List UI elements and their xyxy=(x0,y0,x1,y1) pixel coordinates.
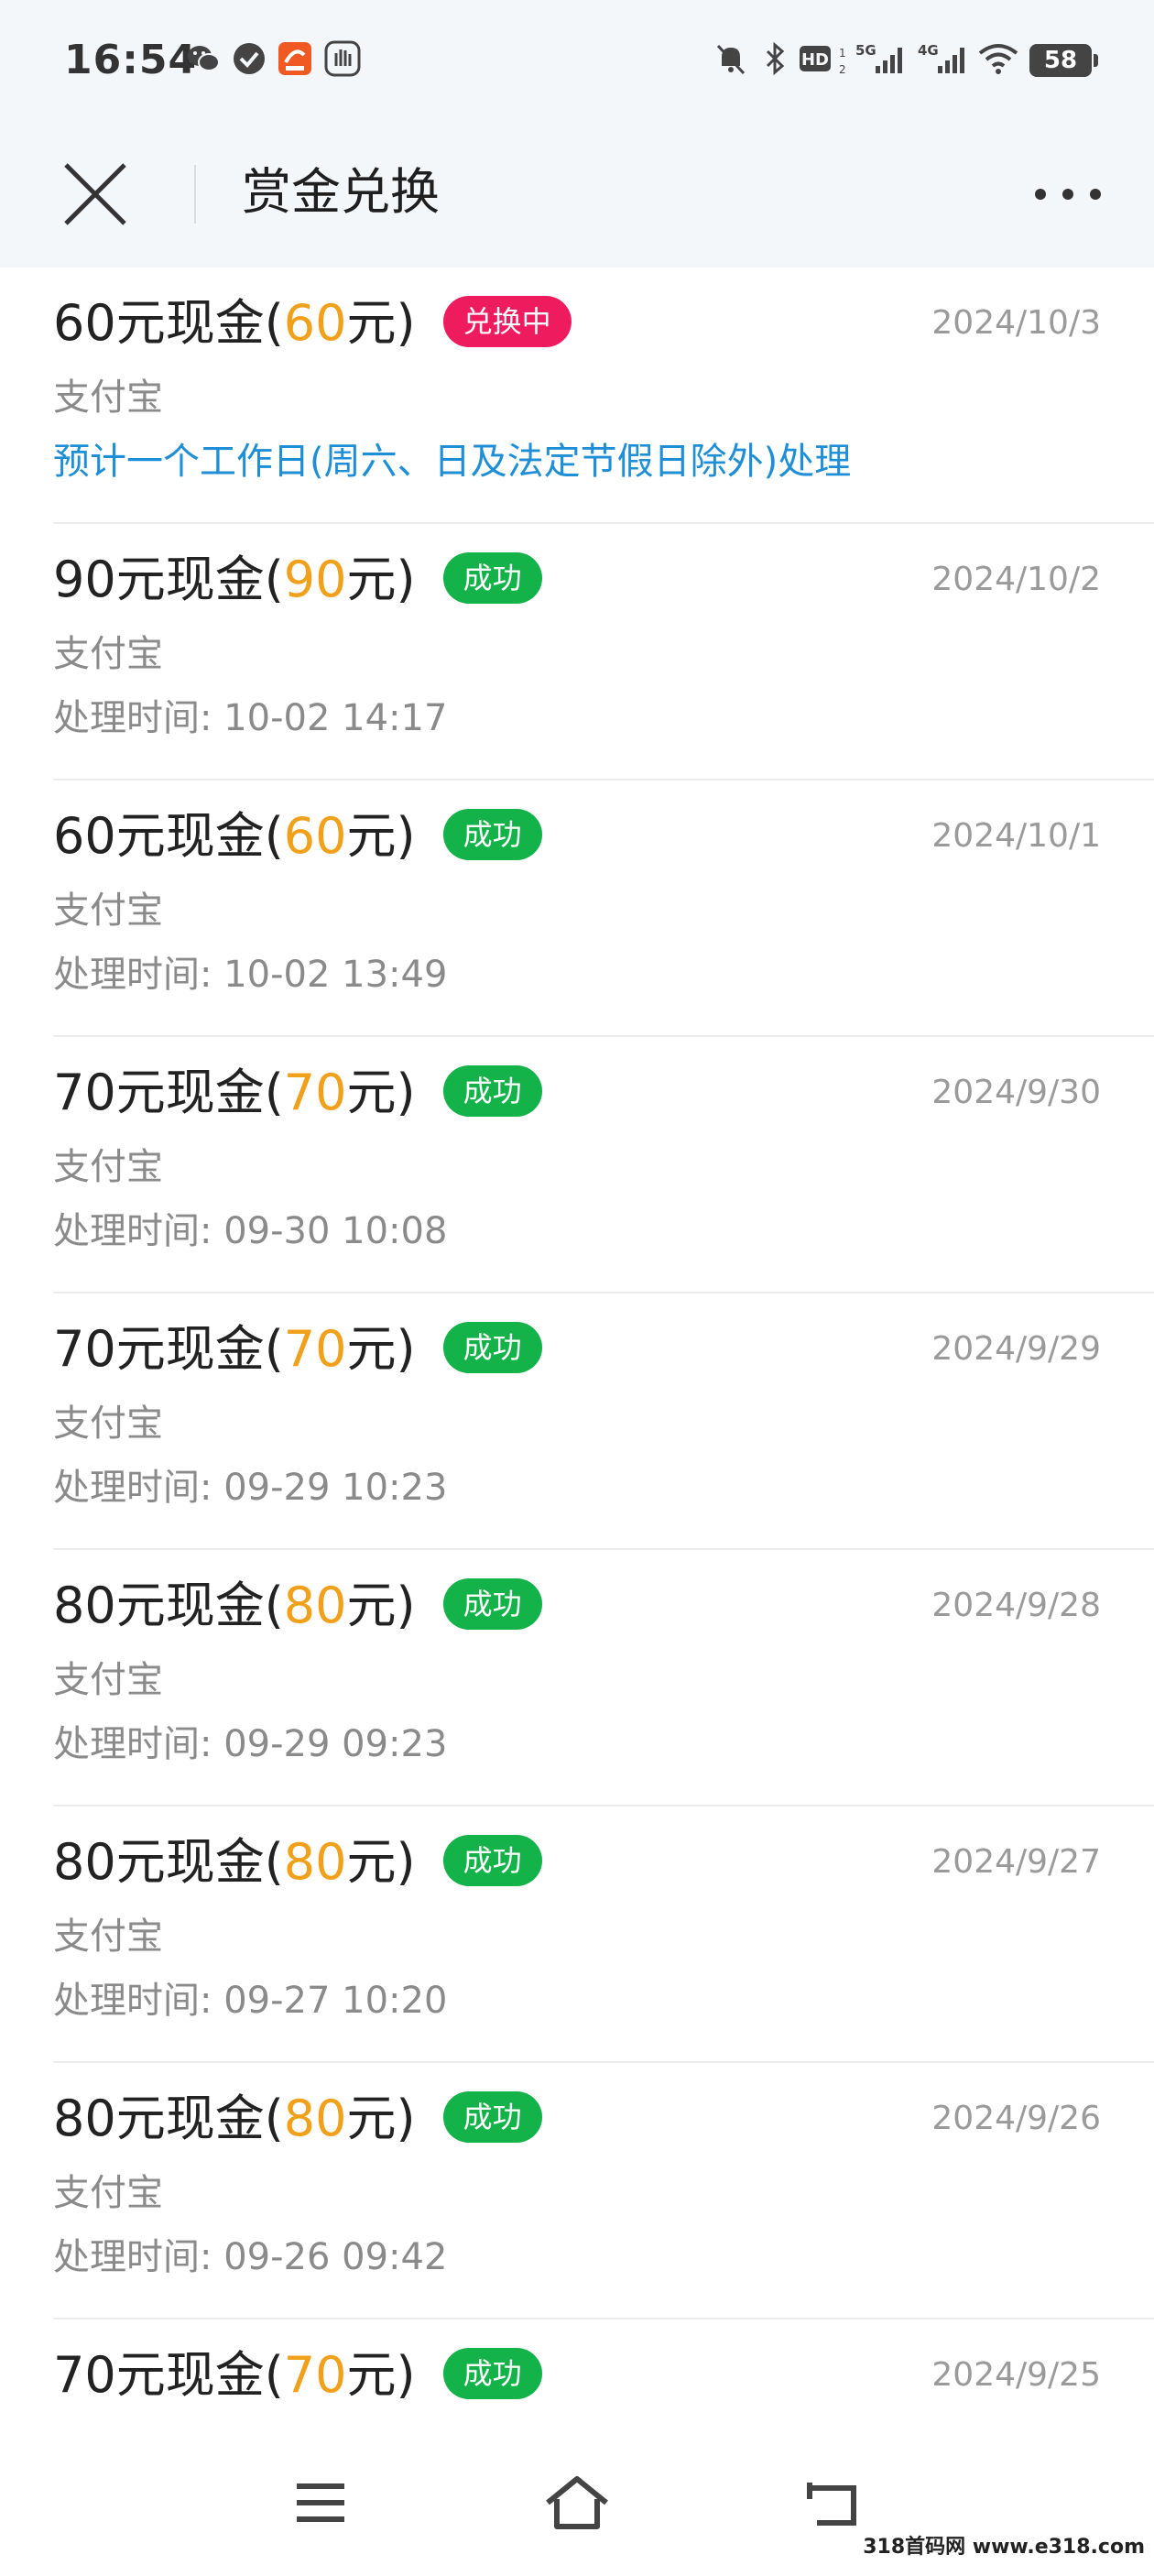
item-method: 支付宝 xyxy=(53,890,163,932)
system-nav-bar: 318首码网 www.e318.com xyxy=(0,2437,1154,2565)
item-date: 2024/10/3 xyxy=(931,304,1101,342)
item-method: 支付宝 xyxy=(53,1146,163,1188)
svg-text:HD: HD xyxy=(801,50,829,70)
signal-5g-icon: 5G xyxy=(855,42,902,73)
app-notification-icon xyxy=(278,42,311,75)
nav-bar: 赏金兑换 xyxy=(0,137,1154,247)
item-date: 2024/9/25 xyxy=(931,2356,1101,2394)
item-amount: 80 xyxy=(283,2090,347,2147)
item-title: 80元现金(80元) 成功 xyxy=(53,1574,542,1638)
watermark: 318首码网 www.e318.com xyxy=(863,2536,1145,2559)
status-badge: 兑换中 xyxy=(442,296,572,348)
hand-icon xyxy=(324,40,361,77)
exchange-item[interactable]: 80元现金(80元) 成功 2024/9/28 支付宝 处理时间: 09-29 0… xyxy=(53,1550,1154,1806)
svg-text:1: 1 xyxy=(839,47,846,60)
exchange-item[interactable]: 90元现金(90元) 成功 2024/10/2 支付宝 处理时间: 10-02 1… xyxy=(53,524,1154,780)
item-title: 70元现金(70元) 成功 xyxy=(53,2343,542,2407)
top-bar: 16:54 HD 1 2 5G 4G 58 赏金兑换 xyxy=(0,0,1154,267)
home-icon[interactable] xyxy=(540,2470,614,2536)
item-method: 支付宝 xyxy=(53,633,163,675)
item-title: 70元现金(70元) 成功 xyxy=(53,1061,542,1125)
status-badge: 成功 xyxy=(442,552,542,605)
item-title: 60元现金(60元) 兑换中 xyxy=(53,291,572,355)
status-badge: 成功 xyxy=(442,809,542,861)
exchange-item[interactable]: 60元现金(60元) 兑换中 2024/10/3 支付宝 预计一个工作日(周六、日… xyxy=(53,267,1154,524)
exchange-list: 60元现金(60元) 兑换中 2024/10/3 支付宝 预计一个工作日(周六、日… xyxy=(0,267,1154,2576)
svg-text:5G: 5G xyxy=(855,42,876,59)
item-process-time: 处理时间: 09-29 10:23 xyxy=(53,1467,448,1509)
item-note: 预计一个工作日(周六、日及法定节假日除外)处理 xyxy=(53,441,852,483)
check-circle-icon xyxy=(234,43,265,74)
exchange-item[interactable]: 80元现金(80元) 成功 2024/9/26 支付宝 处理时间: 09-26 0… xyxy=(53,2063,1154,2319)
item-date: 2024/9/28 xyxy=(931,1587,1101,1624)
status-badge: 成功 xyxy=(442,2348,542,2400)
item-method: 支付宝 xyxy=(53,377,163,419)
battery-icon: 58 xyxy=(1029,44,1098,77)
item-title: 60元现金(60元) 成功 xyxy=(53,804,542,868)
item-title: 70元现金(70元) 成功 xyxy=(53,1317,542,1381)
more-icon[interactable] xyxy=(1024,165,1112,224)
item-title: 80元现金(80元) 成功 xyxy=(53,2087,542,2151)
item-amount: 60 xyxy=(283,807,347,865)
status-badge: 成功 xyxy=(442,1322,542,1374)
wifi-icon xyxy=(978,44,1018,74)
nav-divider xyxy=(194,165,196,224)
signal-4g-icon: 4G xyxy=(918,42,964,73)
status-time: 16:54 xyxy=(64,37,198,83)
item-date: 2024/10/2 xyxy=(931,561,1101,598)
status-badge: 成功 xyxy=(442,1578,542,1631)
item-process-time: 处理时间: 09-26 09:42 xyxy=(53,2236,448,2278)
menu-icon[interactable] xyxy=(284,2470,357,2536)
item-amount: 80 xyxy=(283,1577,347,1634)
item-amount: 60 xyxy=(283,294,347,352)
svg-text:2: 2 xyxy=(839,63,846,76)
item-title: 80元现金(80元) 成功 xyxy=(53,1830,542,1894)
status-badge: 成功 xyxy=(442,2091,542,2144)
item-date: 2024/9/26 xyxy=(931,2100,1101,2137)
item-date: 2024/9/30 xyxy=(931,1074,1101,1111)
page-title: 赏金兑换 xyxy=(242,163,440,221)
status-bar: 16:54 HD 1 2 5G 4G 58 xyxy=(0,0,1154,123)
exchange-item[interactable]: 70元现金(70元) 成功 2024/9/29 支付宝 处理时间: 09-29 1… xyxy=(53,1293,1154,1550)
hd-icon: HD 1 2 xyxy=(800,46,846,76)
item-amount: 70 xyxy=(283,1320,347,1378)
svg-text:4G: 4G xyxy=(918,42,939,59)
item-process-time: 处理时间: 09-27 10:20 xyxy=(53,1980,448,2022)
exchange-item[interactable]: 70元现金(70元) 成功 2024/9/30 支付宝 处理时间: 09-30 1… xyxy=(53,1037,1154,1293)
item-amount: 80 xyxy=(283,1833,347,1891)
item-date: 2024/9/27 xyxy=(931,1843,1101,1881)
exchange-item[interactable]: 80元现金(80元) 成功 2024/9/27 支付宝 处理时间: 09-27 1… xyxy=(53,1806,1154,2063)
item-amount: 70 xyxy=(283,2346,347,2404)
close-icon[interactable] xyxy=(51,150,139,238)
item-process-time: 处理时间: 09-30 10:08 xyxy=(53,1210,448,1252)
bluetooth-icon xyxy=(766,41,785,76)
status-badge: 成功 xyxy=(442,1835,542,1887)
item-amount: 70 xyxy=(283,1064,347,1121)
status-badge: 成功 xyxy=(442,1065,542,1118)
mute-bell-icon xyxy=(716,44,746,75)
item-date: 2024/9/29 xyxy=(931,1330,1101,1368)
item-method: 支付宝 xyxy=(53,1403,163,1445)
item-method: 支付宝 xyxy=(53,2172,163,2214)
item-process-time: 处理时间: 10-02 14:17 xyxy=(53,697,448,739)
item-process-time: 处理时间: 09-29 09:23 xyxy=(53,1723,448,1765)
item-amount: 90 xyxy=(283,551,347,608)
item-process-time: 处理时间: 10-02 13:49 xyxy=(53,954,448,996)
item-date: 2024/10/1 xyxy=(931,817,1101,855)
item-title: 90元现金(90元) 成功 xyxy=(53,548,542,612)
back-icon[interactable] xyxy=(797,2470,870,2536)
item-method: 支付宝 xyxy=(53,1916,163,1958)
exchange-item[interactable]: 60元现金(60元) 成功 2024/10/1 支付宝 处理时间: 10-02 1… xyxy=(53,780,1154,1037)
item-method: 支付宝 xyxy=(53,1659,163,1701)
wechat-icon xyxy=(188,46,220,71)
